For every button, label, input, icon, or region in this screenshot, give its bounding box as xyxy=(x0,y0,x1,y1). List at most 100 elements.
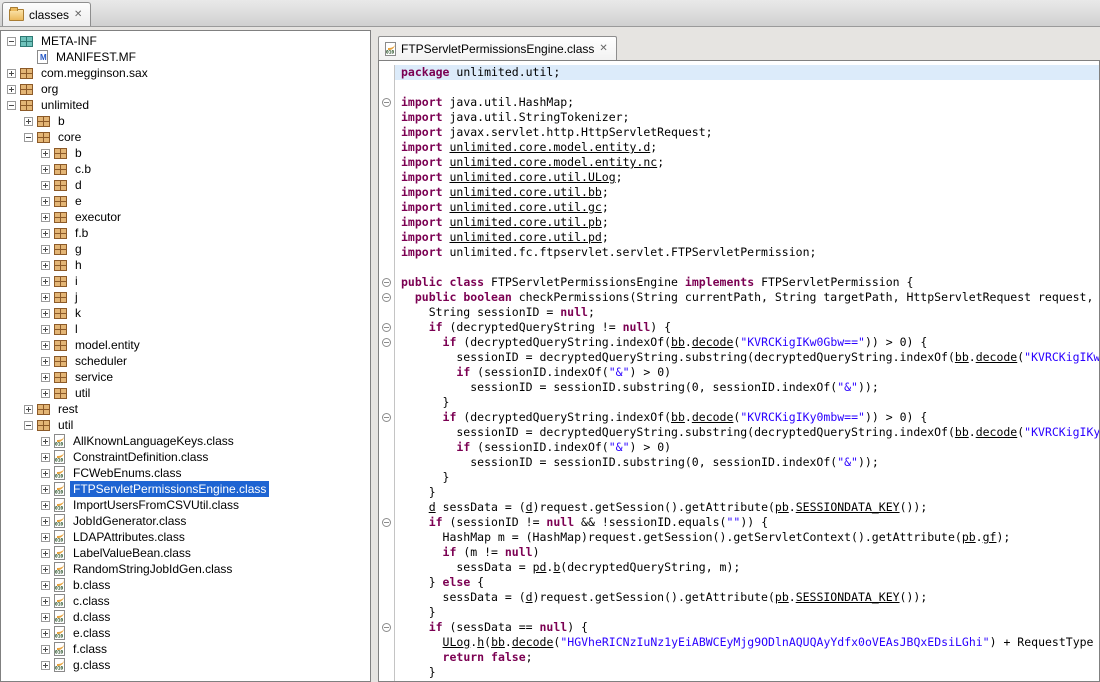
tree-expander-icon[interactable] xyxy=(24,421,33,430)
tree-expander-icon[interactable] xyxy=(41,581,50,590)
tree-item-ftpservletpermissionsengine-class[interactable]: FTPServletPermissionsEngine.class xyxy=(1,481,370,497)
collapse-fold-icon[interactable] xyxy=(382,338,391,347)
tree-expander-icon[interactable] xyxy=(41,453,50,462)
tree-expander-icon[interactable] xyxy=(41,277,50,286)
tree-item-l[interactable]: l xyxy=(1,321,370,337)
tree-expander-icon[interactable] xyxy=(41,597,50,606)
tree-expander-icon[interactable] xyxy=(41,181,50,190)
collapse-fold-icon[interactable] xyxy=(382,293,391,302)
tree-expander-icon[interactable] xyxy=(24,117,33,126)
tree-item-c-b[interactable]: c.b xyxy=(1,161,370,177)
collapse-fold-icon[interactable] xyxy=(382,623,391,632)
tree-item-executor[interactable]: executor xyxy=(1,209,370,225)
tree-expander-icon[interactable] xyxy=(41,645,50,654)
tree-item-b-class[interactable]: b.class xyxy=(1,577,370,593)
tree-item-meta-inf[interactable]: META-INF xyxy=(1,33,370,49)
tree-expander-icon[interactable] xyxy=(41,469,50,478)
collapse-fold-icon[interactable] xyxy=(382,323,391,332)
tree-item-rest[interactable]: rest xyxy=(1,401,370,417)
tree-item-util[interactable]: util xyxy=(1,417,370,433)
tree-item-e-class[interactable]: e.class xyxy=(1,625,370,641)
tree-expander-icon[interactable] xyxy=(41,229,50,238)
tree-item-b[interactable]: b xyxy=(1,145,370,161)
tree-expander-icon[interactable] xyxy=(7,37,16,46)
tree-expander-icon[interactable] xyxy=(41,437,50,446)
tree-item-service[interactable]: service xyxy=(1,369,370,385)
code-line-text: import unlimited.core.util.pd; xyxy=(395,230,1099,245)
tree-expander-icon[interactable] xyxy=(24,405,33,414)
tree-item-label: rest xyxy=(55,401,81,417)
tree-item-d-class[interactable]: d.class xyxy=(1,609,370,625)
tree-item-importusersfromcsvutil-class[interactable]: ImportUsersFromCSVUtil.class xyxy=(1,497,370,513)
tree-item-jobidgenerator-class[interactable]: JobIdGenerator.class xyxy=(1,513,370,529)
panel-splitter[interactable] xyxy=(371,27,378,682)
tree-expander-icon[interactable] xyxy=(7,85,16,94)
tree-expander-icon[interactable] xyxy=(7,101,16,110)
class-file-icon xyxy=(54,498,65,512)
tree-item-d[interactable]: d xyxy=(1,177,370,193)
tree-expander-icon[interactable] xyxy=(41,357,50,366)
tree-expander-icon[interactable] xyxy=(41,533,50,542)
tree-expander-icon[interactable] xyxy=(41,309,50,318)
collapse-fold-icon[interactable] xyxy=(382,278,391,287)
tree-expander-icon[interactable] xyxy=(7,69,16,78)
tree-item-e[interactable]: e xyxy=(1,193,370,209)
tree-item-com-megginson-sax[interactable]: com.megginson.sax xyxy=(1,65,370,81)
tree-item-g-class[interactable]: g.class xyxy=(1,657,370,673)
tree-item-scheduler[interactable]: scheduler xyxy=(1,353,370,369)
tree-item-core[interactable]: core xyxy=(1,129,370,145)
collapse-fold-icon[interactable] xyxy=(382,98,391,107)
tree-item-label: e.class xyxy=(70,625,113,641)
collapse-fold-icon[interactable] xyxy=(382,518,391,527)
tree-expander-icon[interactable] xyxy=(41,213,50,222)
close-icon[interactable]: ✕ xyxy=(599,44,607,54)
code-editor[interactable]: package unlimited.util;import java.util.… xyxy=(378,60,1100,682)
tree-expander-icon[interactable] xyxy=(41,501,50,510)
tree-item-b[interactable]: b xyxy=(1,113,370,129)
collapse-fold-icon[interactable] xyxy=(382,413,391,422)
package-icon xyxy=(20,100,33,111)
tree-item-g[interactable]: g xyxy=(1,241,370,257)
tree-item-h[interactable]: h xyxy=(1,257,370,273)
tab-classes[interactable]: classes ✕ xyxy=(2,2,91,26)
tree-item-j[interactable]: j xyxy=(1,289,370,305)
tree-expander-icon[interactable] xyxy=(41,197,50,206)
tree-expander-icon[interactable] xyxy=(41,661,50,670)
tree-item-allknownlanguagekeys-class[interactable]: AllKnownLanguageKeys.class xyxy=(1,433,370,449)
tree-expander-icon[interactable] xyxy=(41,565,50,574)
tree-item-f-class[interactable]: f.class xyxy=(1,641,370,657)
tree-item-i[interactable]: i xyxy=(1,273,370,289)
tree-expander-icon[interactable] xyxy=(41,245,50,254)
tree-expander-icon[interactable] xyxy=(41,549,50,558)
fold-gutter xyxy=(379,620,395,635)
tree-expander-icon[interactable] xyxy=(41,325,50,334)
tree-expander-icon[interactable] xyxy=(41,629,50,638)
tree-item-labelvaluebean-class[interactable]: LabelValueBean.class xyxy=(1,545,370,561)
tree-item-ldapattributes-class[interactable]: LDAPAttributes.class xyxy=(1,529,370,545)
tree-expander-icon[interactable] xyxy=(41,149,50,158)
tree-expander-icon[interactable] xyxy=(41,341,50,350)
tree-item-constraintdefinition-class[interactable]: ConstraintDefinition.class xyxy=(1,449,370,465)
tree-item-unlimited[interactable]: unlimited xyxy=(1,97,370,113)
tree-expander-icon[interactable] xyxy=(41,165,50,174)
tab-ftpservletpermissionsengine[interactable]: FTPServletPermissionsEngine.class ✕ xyxy=(378,36,617,60)
tree-item-util[interactable]: util xyxy=(1,385,370,401)
tree-expander-icon[interactable] xyxy=(41,373,50,382)
tree-expander-icon[interactable] xyxy=(41,485,50,494)
tree-expander-icon[interactable] xyxy=(41,613,50,622)
tree-expander-icon[interactable] xyxy=(24,133,33,142)
tree-item-org[interactable]: org xyxy=(1,81,370,97)
tree-item-randomstringjobidgen-class[interactable]: RandomStringJobIdGen.class xyxy=(1,561,370,577)
code-line: if (sessionID.indexOf("&") > 0) xyxy=(379,440,1099,455)
tree-expander-icon[interactable] xyxy=(41,261,50,270)
tree-item-fcwebenums-class[interactable]: FCWebEnums.class xyxy=(1,465,370,481)
tree-item-model-entity[interactable]: model.entity xyxy=(1,337,370,353)
tree-item-manifest-mf[interactable]: MANIFEST.MF xyxy=(1,49,370,65)
close-icon[interactable]: ✕ xyxy=(74,10,82,20)
tree-expander-icon[interactable] xyxy=(41,517,50,526)
tree-item-f-b[interactable]: f.b xyxy=(1,225,370,241)
tree-item-c-class[interactable]: c.class xyxy=(1,593,370,609)
tree-item-k[interactable]: k xyxy=(1,305,370,321)
tree-expander-icon[interactable] xyxy=(41,389,50,398)
tree-expander-icon[interactable] xyxy=(41,293,50,302)
